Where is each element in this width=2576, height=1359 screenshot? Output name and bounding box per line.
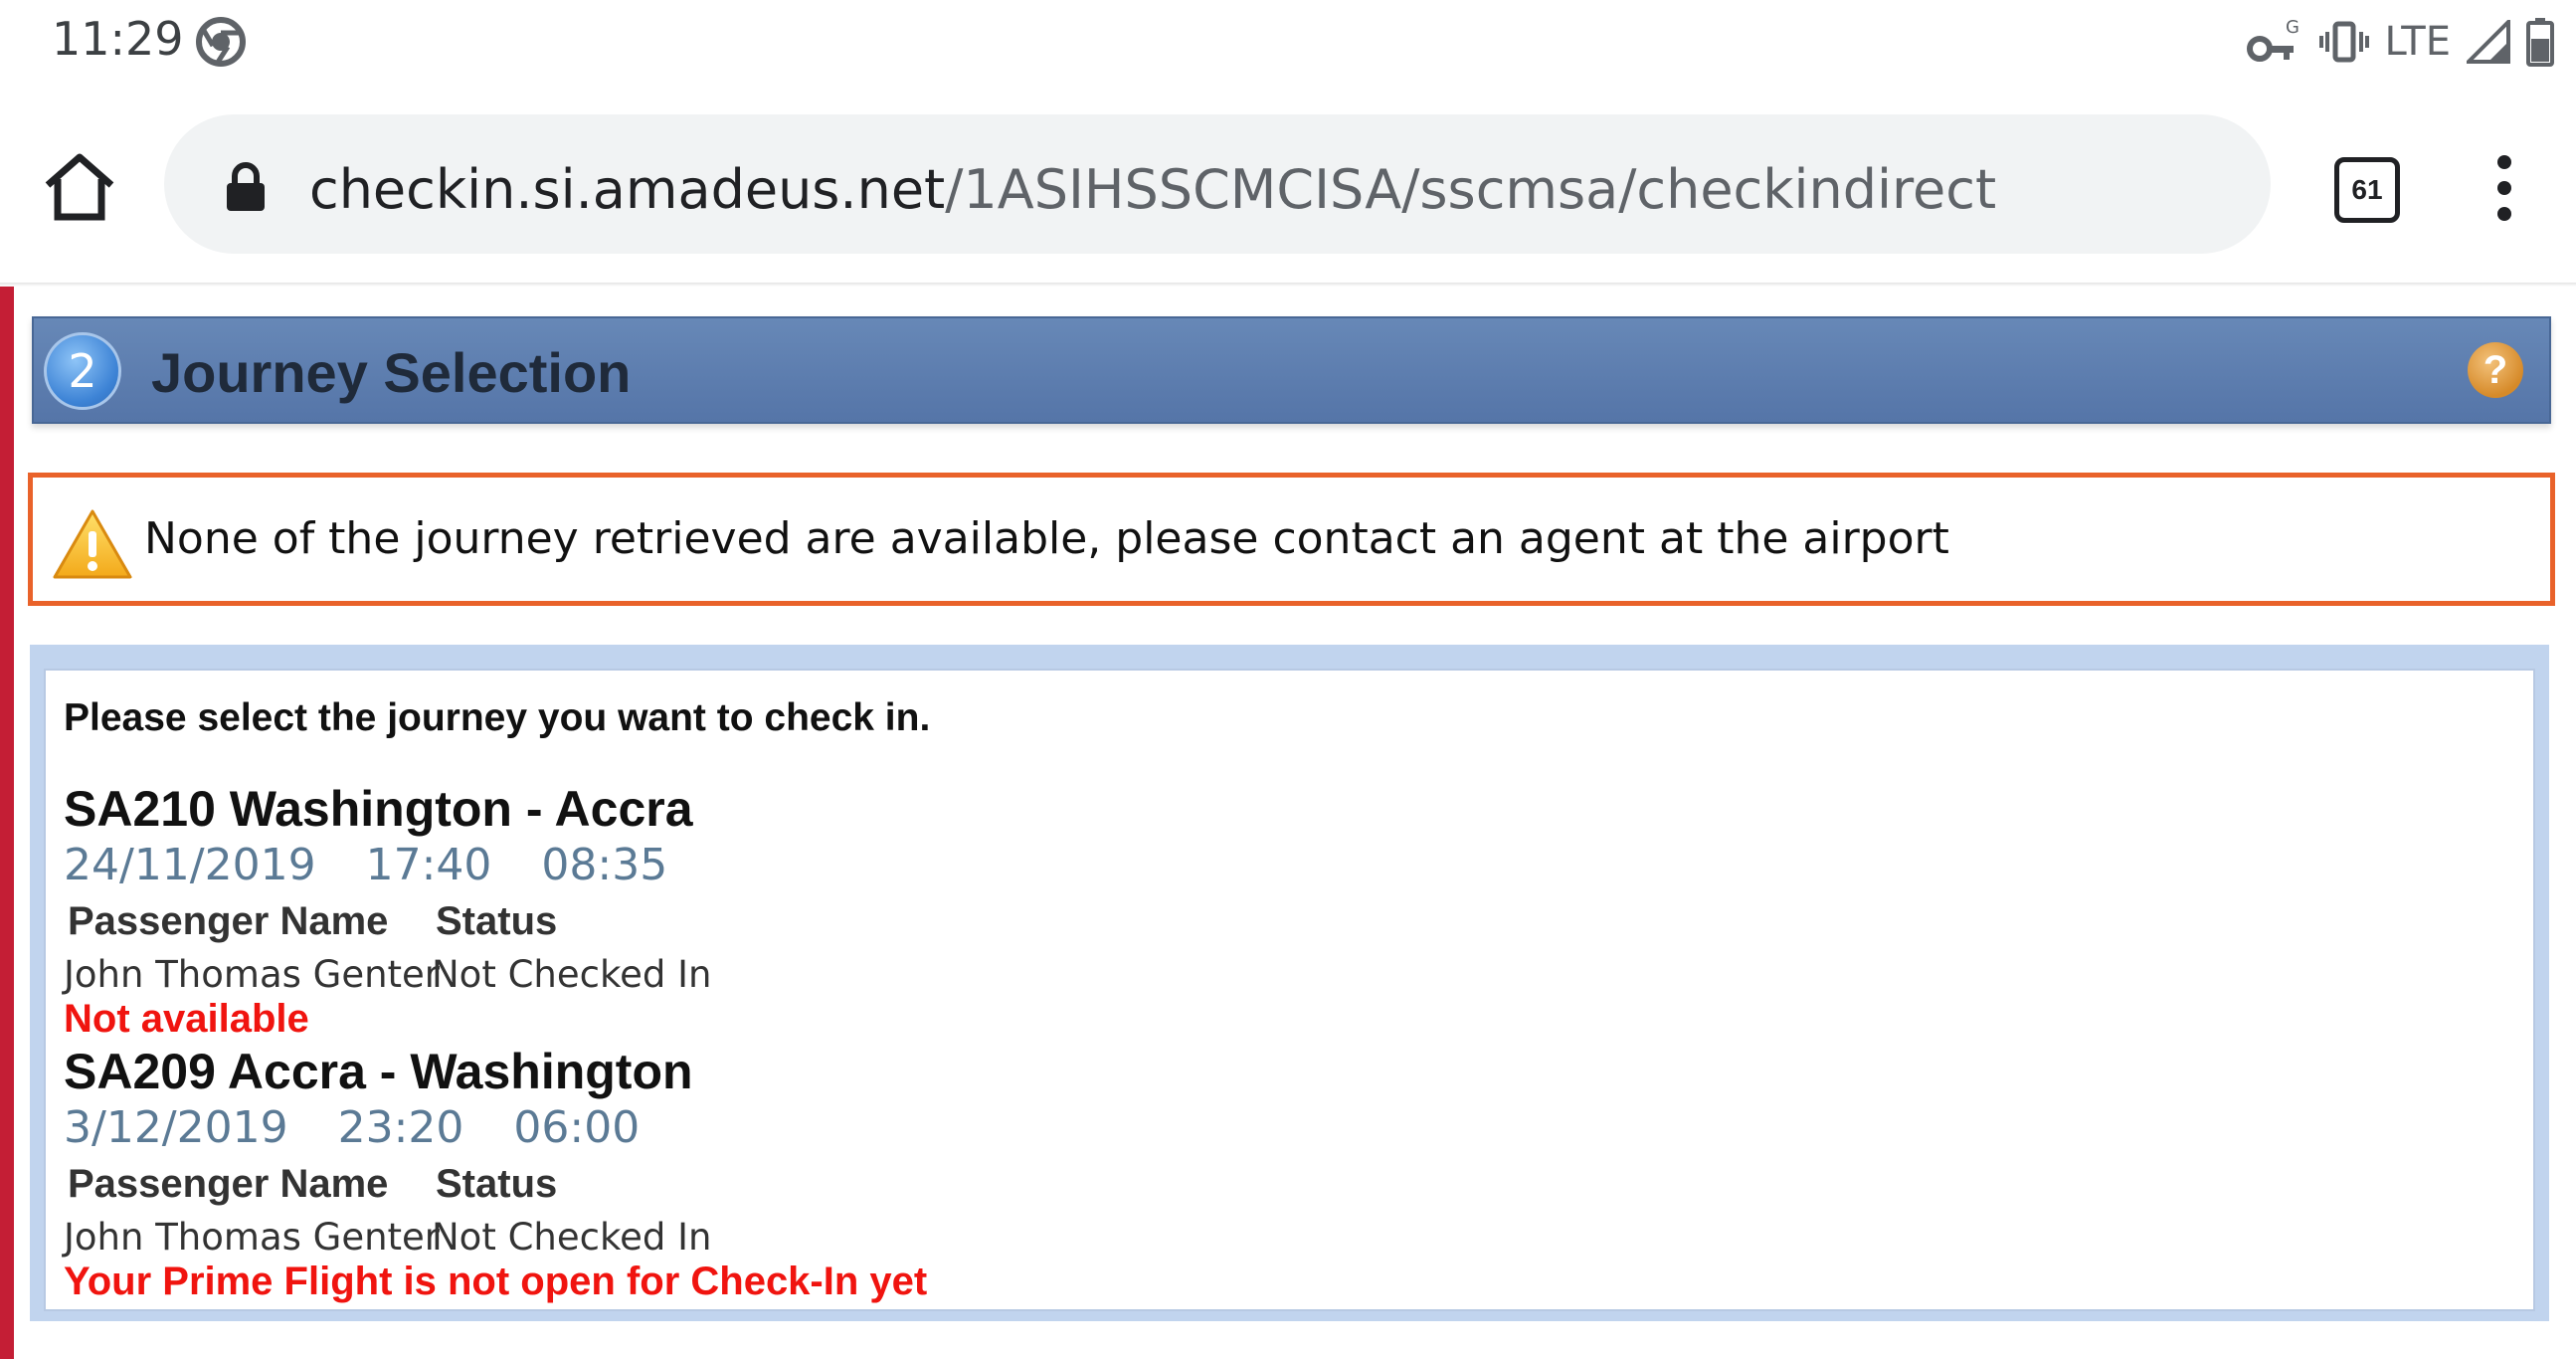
journey-list: Please select the journey you want to ch… — [44, 669, 2535, 1311]
left-accent-bar — [0, 287, 14, 1359]
column-header-passenger-name: Passenger Name — [68, 1162, 389, 1206]
passenger-name: John Thomas Genter — [64, 953, 441, 996]
tab-switcher-button[interactable]: 61 — [2334, 157, 2400, 223]
lock-icon — [227, 162, 265, 211]
journey-departure-time: 17:40 — [365, 840, 492, 890]
address-bar[interactable]: checkin.si.amadeus.net/1ASIHSSCMCISA/ssc… — [164, 114, 2271, 254]
journey-selection-header: 2 Journey Selection ? — [32, 316, 2551, 424]
vibrate-icon — [2318, 21, 2369, 63]
status-bar: 11:29 G LTE — [0, 0, 2576, 90]
url-text[interactable]: checkin.si.amadeus.net/1ASIHSSCMCISA/ssc… — [309, 158, 1996, 221]
journey-departure-time: 23:20 — [337, 1102, 464, 1153]
alert-message: None of the journey retrieved are availa… — [144, 513, 1949, 564]
journey-schedule: 24/11/2019 17:40 08:35 — [64, 840, 717, 890]
column-header-passenger-name: Passenger Name — [68, 899, 389, 943]
column-header-status: Status — [436, 899, 558, 943]
journey-title: SA209 Accra - Washington — [64, 1044, 693, 1099]
overflow-menu-icon[interactable] — [2484, 155, 2524, 221]
journey-title: SA210 Washington - Accra — [64, 781, 693, 837]
journey-panel: Please select the journey you want to ch… — [30, 645, 2549, 1321]
journey-arrival-time: 06:00 — [513, 1102, 641, 1153]
journey-arrival-time: 08:35 — [541, 840, 668, 890]
journey-availability: Your Prime Flight is not open for Check-… — [64, 1260, 928, 1303]
home-icon[interactable] — [40, 147, 119, 227]
passenger-name: John Thomas Genter — [64, 1216, 441, 1259]
step-number-badge: 2 — [44, 332, 121, 410]
journey-date: 3/12/2019 — [64, 1102, 288, 1153]
battery-icon — [2526, 18, 2554, 67]
svg-text:G: G — [2286, 17, 2300, 38]
select-journey-prompt: Please select the journey you want to ch… — [64, 696, 931, 739]
passenger-status: Not Checked In — [432, 953, 712, 996]
help-icon[interactable]: ? — [2468, 342, 2523, 398]
network-type: LTE — [2384, 19, 2451, 65]
passenger-status: Not Checked In — [432, 1216, 712, 1259]
vpn-key-icon: G — [2246, 17, 2300, 62]
journey-availability: Not available — [64, 997, 309, 1041]
signal-icon — [2467, 20, 2510, 64]
toolbar-shadow — [0, 283, 2576, 287]
section-title: Journey Selection — [151, 341, 632, 404]
journey-schedule: 3/12/2019 23:20 06:00 — [64, 1102, 689, 1153]
warning-icon — [53, 509, 132, 579]
status-time: 11:29 — [52, 12, 184, 66]
column-header-status: Status — [436, 1162, 558, 1206]
browser-toolbar: checkin.si.amadeus.net/1ASIHSSCMCISA/ssc… — [0, 109, 2576, 259]
url-path: /1ASIHSSCMCISA/sscmsa/checkindirect — [945, 158, 1997, 221]
warning-alert: None of the journey retrieved are availa… — [28, 473, 2555, 606]
url-host: checkin.si.amadeus.net — [309, 158, 946, 221]
chrome-icon — [196, 17, 246, 67]
journey-date: 24/11/2019 — [64, 840, 316, 890]
